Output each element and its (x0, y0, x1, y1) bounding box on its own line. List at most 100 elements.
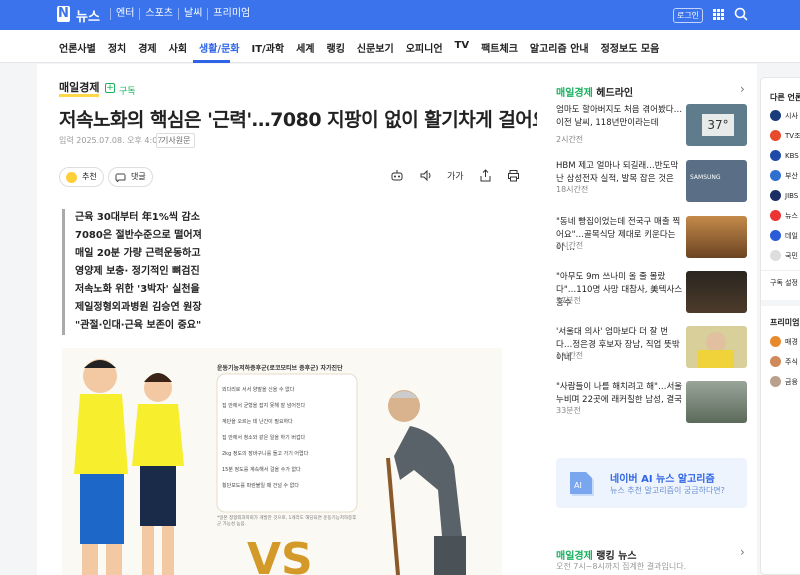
news-brand-link[interactable]: 뉴스 (76, 6, 100, 25)
press-item[interactable]: KBS (770, 150, 799, 161)
summary-robot-icon[interactable] (390, 169, 404, 182)
font-size-button[interactable]: 가가 (447, 169, 464, 182)
premium-item[interactable]: 금융 (770, 376, 798, 387)
press-item[interactable]: 부산 (770, 170, 798, 181)
summary-line: 영양제 보충· 정기적인 뼈검진 (75, 266, 200, 277)
checklist-item: 2kg 정도의 장바구니를 들고 가기 어렵다 (222, 451, 309, 457)
premium-logo-icon (770, 336, 781, 347)
checklist-item: 집 안에서 청소와 같은 일을 하기 버겁다 (222, 435, 306, 441)
premium-item[interactable]: 매경 (770, 336, 798, 347)
headline-item-time: 1시간전 (556, 351, 584, 360)
naver-logo[interactable]: N (57, 6, 70, 22)
apps-grid-icon[interactable] (713, 9, 724, 20)
comment-icon (115, 173, 126, 183)
headline-thumbnail (686, 326, 747, 368)
press-logo-icon (770, 210, 781, 221)
ai-algorithm-banner[interactable]: AI 네이버 AI 뉴스 알고리즘 뉴스 추천 알고리즘이 궁금하다면? (556, 458, 747, 508)
press-item[interactable]: 뉴스 (770, 210, 798, 221)
link-sports[interactable]: 스포츠 (139, 8, 178, 20)
original-article-link[interactable]: 기사원문 (156, 133, 196, 148)
section-press[interactable]: 언론사별 (59, 40, 96, 55)
subscription-settings-label: 구독 설정 (770, 279, 798, 287)
headline-item[interactable]: "아무도 9m 쓰나미 올 줄 몰랐다"…110명 사망 대참사, 美텍사스 홍… (556, 271, 747, 329)
thermometer-reading: 37° (702, 114, 734, 136)
checklist-title: 운동기능저하증후군(로코모티브 증후군) 자가진단 (217, 365, 343, 372)
press-logo-icon (770, 170, 781, 181)
headline-thumbnail (686, 381, 747, 423)
section-society[interactable]: 사회 (169, 40, 187, 55)
premium-logo-icon (770, 356, 781, 367)
ai-document-icon: AI (570, 472, 594, 496)
checklist-note: *일본 정형외과학회가 개발한 것으로, 1개라도 해당되면 운동기능저하증후군… (217, 516, 357, 527)
premium-label: 매경 (785, 337, 798, 346)
section-it-science[interactable]: IT/과학 (251, 40, 284, 55)
headline-item[interactable]: HBM 제고 얼마나 되길래…반도막 난 삼성전자 실적, 발목 잡은 것은 1… (556, 160, 747, 218)
print-icon[interactable] (507, 169, 520, 182)
press-logo-icon (770, 230, 781, 241)
press-logo-icon (770, 190, 781, 201)
press-item[interactable]: 국민 (770, 250, 798, 261)
section-corrections[interactable]: 정정보도 모음 (601, 40, 660, 55)
headline-item[interactable]: 엄마도 할아버지도 처음 겪어봤다…이전 날씨, 118년만이라는데 2시간전 … (556, 104, 747, 162)
link-weather[interactable]: 날씨 (178, 8, 207, 20)
headline-item-title: HBM 제고 얼마나 되길래…반도막 난 삼성전자 실적, 발목 잡은 것은 (556, 161, 679, 184)
headline-thumbnail (686, 216, 747, 258)
link-entertainment[interactable]: 엔터 (110, 8, 139, 20)
headline-thumbnail (686, 271, 747, 313)
chevron-right-icon[interactable]: › (740, 82, 745, 96)
section-algorithm[interactable]: 알고리즘 안내 (530, 40, 589, 55)
checklist: 외다리로 서서 양말을 신을 수 없다 집 안에서 균형을 잡지 못해 잘 넘어… (222, 382, 352, 494)
press-item[interactable]: 시사 (770, 110, 798, 121)
speaker-icon[interactable] (419, 169, 432, 182)
headline-item-time: 2시간전 (556, 241, 584, 250)
headline-item[interactable]: "동네 빵집이었는데 전국구 매출 찍어요"…골목식당 제대로 키운다는 이 …… (556, 216, 747, 274)
search-icon[interactable] (734, 7, 748, 21)
press-label: 시사 (785, 111, 798, 120)
headline-item[interactable]: "사람들이 나를 해치려고 해"…서울 누비며 22곳에 래커칠한 남성, 결국… (556, 381, 747, 439)
subscribe-button[interactable]: 구독 (119, 84, 136, 97)
press-item[interactable]: 데일 (770, 230, 798, 241)
summary-line: 근육 30대부터 年1%씩 감소 (75, 212, 200, 223)
checklist-item: 15분 정도를 계속해서 걸을 수가 없다 (222, 467, 301, 473)
press-label: KBS (785, 151, 799, 160)
section-tv[interactable]: TV (455, 40, 470, 55)
section-economy[interactable]: 경제 (138, 40, 156, 55)
article-date: 입력 2025.07.08. 오후 4:07 (59, 136, 163, 145)
global-nav-bar: N 뉴스 엔터 스포츠 날씨 프리미엄 로그인 (0, 0, 800, 30)
subscription-settings-link[interactable]: 구독 설정 (770, 278, 798, 288)
press-label: 부산 (785, 171, 798, 180)
section-newspaper[interactable]: 신문보기 (357, 40, 394, 55)
recommend-label: 추천 (82, 172, 97, 181)
press-item[interactable]: JIBS (770, 190, 798, 201)
premium-item[interactable]: 주식 (770, 356, 798, 367)
section-ranking[interactable]: 랭킹 (327, 40, 345, 55)
chevron-right-icon[interactable]: › (740, 545, 745, 559)
article-title: 저속노화의 핵심은 '근력'…7080 지팡이 없이 활기차게 걸어요 (59, 109, 550, 131)
headline-item-time: 2시간전 (556, 135, 584, 144)
section-opinion[interactable]: 오피니언 (406, 40, 443, 55)
press-label: JIBS (785, 191, 799, 200)
active-section-indicator (193, 60, 230, 63)
headline-header[interactable]: 매일경제 헤드라인 (556, 84, 633, 99)
link-premium[interactable]: 프리미엄 (207, 8, 255, 20)
headline-item-time: 33분전 (556, 406, 581, 415)
checklist-item: 횡단보도를 파란불일 때 건널 수 없다 (222, 483, 299, 489)
press-item[interactable]: TV조 (770, 130, 800, 141)
press-logo-icon (770, 130, 781, 141)
press-logo-icon (770, 250, 781, 261)
section-politics[interactable]: 정치 (108, 40, 126, 55)
section-factcheck[interactable]: 팩트체크 (481, 40, 518, 55)
summary-line: 매일 20분 가량 근력운동하고 (75, 248, 201, 259)
premium-header: 프리미엄 (770, 318, 800, 327)
login-button[interactable]: 로그인 (673, 8, 703, 23)
share-icon[interactable] (479, 169, 492, 182)
section-world[interactable]: 세계 (296, 40, 314, 55)
plus-icon[interactable]: + (105, 83, 115, 93)
headline-item[interactable]: '서울대 의사' 엄마보다 더 잘 번다…정은경 후보자 장남, 직업 뜻밖이네… (556, 326, 747, 384)
ranking-header[interactable]: 매일경제 랭킹 뉴스 (556, 547, 637, 562)
press-name[interactable]: 매일경제 (59, 82, 100, 97)
other-press-panel: 다른 언론사 시사 TV조 KBS 부산 JIBS 뉴스 데일 국민 구독 설정… (760, 77, 800, 575)
recommend-button[interactable]: 추천 (59, 167, 104, 187)
section-life-culture[interactable]: 생활/문화 (199, 40, 239, 55)
comment-button[interactable]: 댓글 (108, 167, 153, 187)
